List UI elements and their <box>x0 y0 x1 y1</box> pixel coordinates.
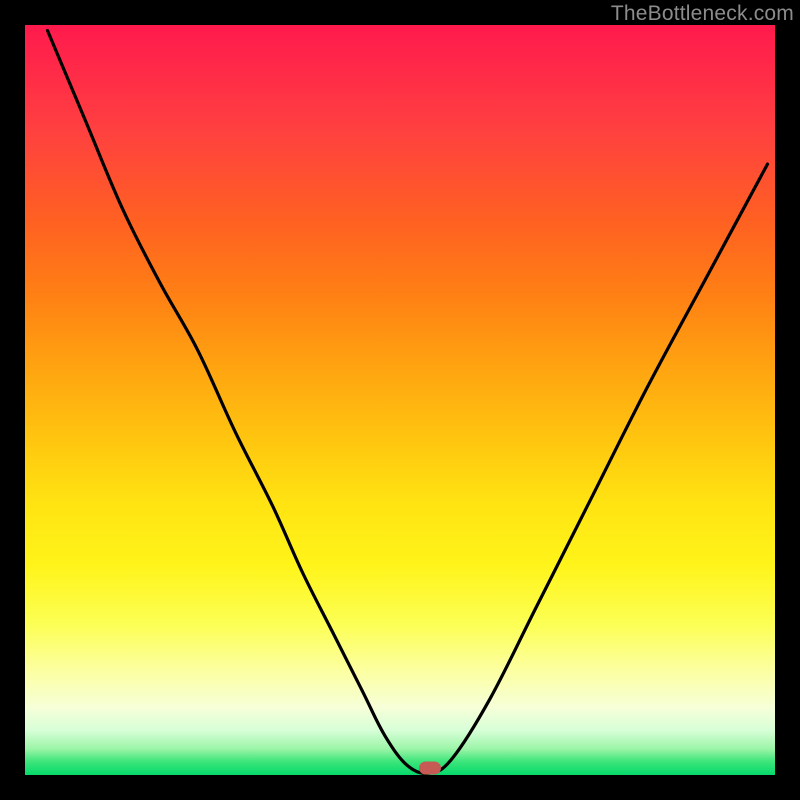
bottleneck-curve <box>25 25 775 775</box>
optimal-point-marker <box>419 762 441 775</box>
plot-area <box>25 25 775 775</box>
chart-frame: TheBottleneck.com <box>0 0 800 800</box>
watermark-text: TheBottleneck.com <box>611 2 794 26</box>
